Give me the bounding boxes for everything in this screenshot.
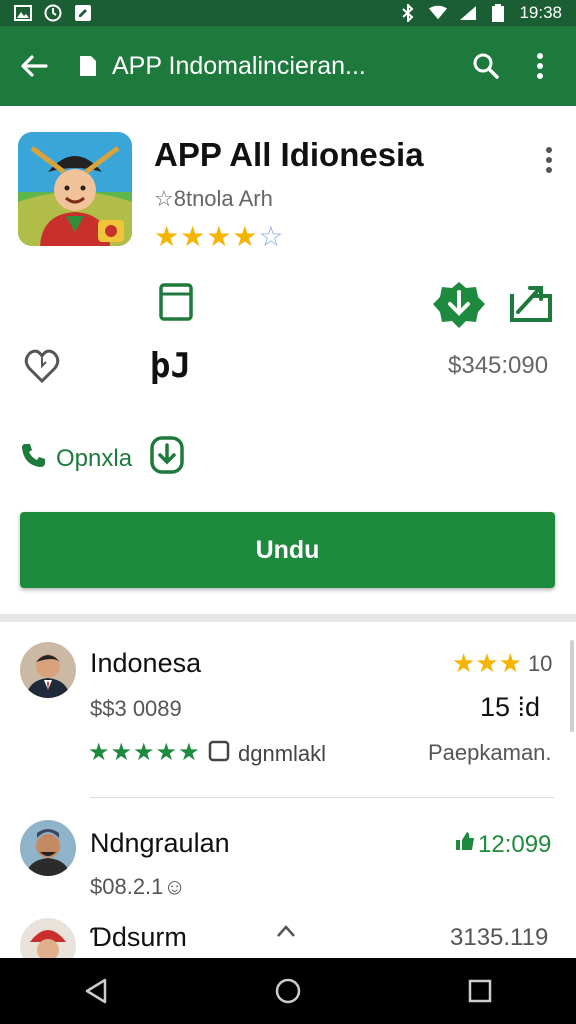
list-item-likes: 12:099 [454, 830, 551, 859]
thumbs-up-icon [454, 830, 476, 859]
download-circle-icon [150, 436, 184, 481]
list-item-tag: dgnmlakl [238, 740, 327, 766]
signal-icon [459, 4, 477, 22]
clock-icon [44, 4, 62, 22]
list-item-stars: ★★★★★ [88, 739, 201, 766]
app-price: $345:090 [448, 352, 549, 379]
app-title: APP All Idionesia [154, 136, 424, 173]
app-detail-card: APP All Idionesia ☆8tnola Arh ★★★★☆ þJ $… [0, 106, 576, 614]
section-divider [0, 614, 576, 622]
list-item-size: 15 ⁞d [480, 692, 541, 722]
bluetooth-icon [399, 4, 417, 22]
list-item-likes-count: 12:099 [478, 830, 552, 858]
list-item-tag-row: dgnmlakl [208, 740, 326, 767]
avatar [20, 918, 76, 958]
document-icon [78, 55, 100, 77]
list-item-name: Ɗdsurm [90, 922, 187, 952]
list-item-rating: ★★★ 10 [452, 648, 552, 679]
install-button[interactable]: Undu [20, 512, 555, 588]
chevron-up-icon[interactable] [276, 924, 296, 943]
download-badge-icon[interactable] [432, 280, 486, 335]
back-nav-icon[interactable] [66, 961, 126, 1021]
toolbar-title: APP Indomalincieran... [112, 51, 366, 80]
list-item-price: $$3 0089 [90, 696, 182, 721]
wishlist-heart-icon[interactable] [24, 348, 60, 389]
app-rating: ★★★★☆ [154, 220, 285, 253]
scrollbar[interactable] [570, 640, 574, 732]
recents-nav-icon[interactable] [450, 961, 510, 1021]
checkbox-icon[interactable] [208, 740, 230, 767]
open-link[interactable]: Opnxla [20, 436, 184, 481]
system-nav-bar [0, 958, 576, 1024]
more-vert-icon[interactable] [520, 46, 560, 86]
list-item-name: Ndngraulan [90, 828, 230, 858]
list-item-status: Paepkaman. [428, 740, 552, 765]
list-item[interactable]: Ɗdsurm 3135.119 [0, 908, 576, 958]
avatar [20, 642, 76, 698]
wifi-icon [429, 4, 448, 22]
gallery-icon [14, 4, 32, 22]
bookmark-icon[interactable] [158, 282, 194, 327]
status-time: 19:38 [519, 3, 562, 22]
edit-icon [74, 4, 92, 22]
rating-stars: ★★★★ [154, 221, 259, 252]
share-icon[interactable] [510, 282, 552, 327]
list-item[interactable]: Ndngraulan $08.2.1☺ 12:099 [0, 798, 576, 908]
battery-icon [489, 4, 507, 22]
app-toolbar: APP Indomalincieran... [0, 26, 576, 106]
rating-empty-star: ☆ [258, 221, 285, 252]
open-label: Opnxla [56, 444, 133, 472]
star-icon: ★★★ [452, 648, 522, 678]
arrow-back-icon[interactable] [16, 48, 52, 84]
status-bar: 19:38 [0, 0, 576, 26]
avatar [20, 820, 76, 876]
phone-icon [20, 441, 48, 476]
list-item[interactable]: Indonesa $$3 0089 ★★★ 10 15 ⁞d ★★★★★ dgn… [0, 622, 576, 798]
app-code: þJ [150, 346, 191, 386]
list-item-name: Indonesa [90, 648, 202, 678]
more-vert-icon[interactable] [534, 140, 564, 180]
home-nav-icon[interactable] [258, 961, 318, 1021]
search-icon[interactable] [466, 46, 506, 86]
app-developer[interactable]: ☆8tnola Arh [154, 186, 273, 212]
list-item-rating-count: 10 [527, 650, 553, 676]
list-item-value: 3135.119 [450, 924, 549, 951]
app-logo [18, 132, 132, 246]
list-item-price: $08.2.1☺ [90, 874, 186, 899]
